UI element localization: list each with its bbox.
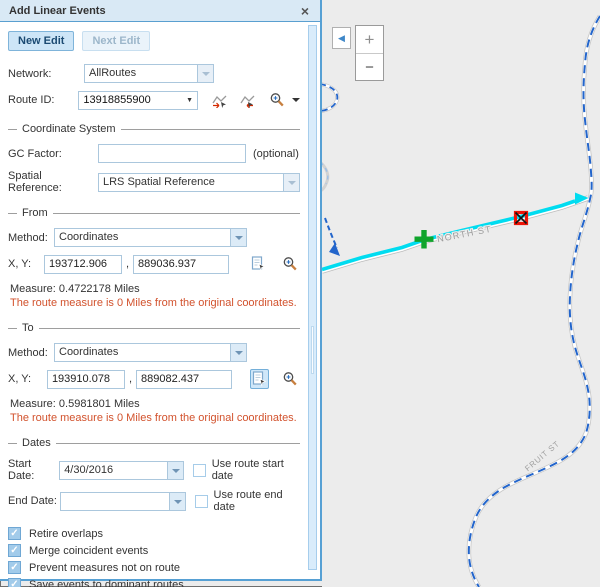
select-route-on-map-icon[interactable] xyxy=(210,91,229,110)
use-route-end-date-checkbox[interactable] xyxy=(195,495,208,508)
to-x-input[interactable] xyxy=(47,370,125,389)
spatial-reference-label: Spatial Reference: xyxy=(8,170,98,194)
add-linear-events-panel: Add Linear Events × New Edit Next Edit N… xyxy=(0,0,322,581)
start-date-select[interactable]: 4/30/2016 xyxy=(59,461,184,480)
panel-scrollbar[interactable] xyxy=(308,25,317,570)
save-events-dominant-routes-label: Save events to dominant routes xyxy=(29,579,184,587)
zoom-to-point-icon[interactable] xyxy=(280,254,300,274)
chevron-down-icon xyxy=(283,174,299,191)
chevron-down-icon[interactable] xyxy=(292,98,300,106)
collapse-panel-button[interactable]: ◀ xyxy=(332,27,351,49)
from-legend: From xyxy=(22,207,48,219)
chevron-down-icon[interactable]: ▼ xyxy=(186,97,197,104)
panel-content: New Edit Next Edit Network: AllRoutes Ro… xyxy=(0,22,320,587)
xy-comma: , xyxy=(126,258,129,270)
chevron-down-icon[interactable] xyxy=(230,229,246,246)
checkmark-icon: ✓ xyxy=(10,563,18,573)
spatial-reference-select[interactable]: LRS Spatial Reference xyxy=(98,173,300,192)
select-location-on-map-icon-active[interactable] xyxy=(250,369,269,389)
gc-factor-label: GC Factor: xyxy=(8,148,98,160)
merge-coincident-events-label: Merge coincident events xyxy=(29,545,148,557)
route-id-combo[interactable]: 13918855900 ▼ xyxy=(78,91,198,110)
from-xy-label: X, Y: xyxy=(8,258,44,270)
end-date-select[interactable] xyxy=(60,492,186,511)
xy-comma: , xyxy=(129,373,132,385)
to-measure-text: Measure: 0.5981801 Miles xyxy=(10,398,300,410)
from-method-value: Coordinates xyxy=(55,229,230,246)
merge-coincident-events-checkbox[interactable]: ✓ xyxy=(8,544,21,557)
network-value: AllRoutes xyxy=(85,65,197,82)
chevron-down-icon[interactable] xyxy=(169,493,185,510)
prevent-measures-label: Prevent measures not on route xyxy=(29,562,180,574)
use-route-start-date-checkbox[interactable] xyxy=(193,464,206,477)
zoom-to-route-icon[interactable] xyxy=(267,90,287,110)
from-method-select[interactable]: Coordinates xyxy=(54,228,247,247)
select-location-on-map-icon[interactable] xyxy=(249,254,268,274)
coordinate-system-legend: Coordinate System xyxy=(22,123,116,135)
scrollbar-thumb[interactable] xyxy=(311,326,314,374)
chevron-down-icon[interactable] xyxy=(230,344,246,361)
from-warning-text: The route measure is 0 Miles from the or… xyxy=(10,297,300,309)
to-method-select[interactable]: Coordinates xyxy=(54,343,247,362)
zoom-in-button[interactable]: + xyxy=(356,26,383,53)
road-label-north-st: NORTH ST xyxy=(436,224,492,244)
close-icon[interactable]: × xyxy=(301,4,311,18)
new-edit-button[interactable]: New Edit xyxy=(8,31,74,51)
save-events-dominant-routes-checkbox[interactable]: ✓ xyxy=(8,578,21,587)
from-measure-text: Measure: 0.4722178 Miles xyxy=(10,283,300,295)
to-legend: To xyxy=(22,322,34,334)
chevron-down-icon[interactable] xyxy=(167,462,183,479)
gc-factor-input[interactable] xyxy=(98,144,246,163)
next-edit-button: Next Edit xyxy=(82,31,150,51)
end-date-label: End Date: xyxy=(8,495,60,507)
panel-header: Add Linear Events × xyxy=(0,0,320,22)
application-window: Add Linear Events × New Edit Next Edit N… xyxy=(0,0,600,587)
zoom-to-point-icon[interactable] xyxy=(280,369,300,389)
to-xy-label: X, Y: xyxy=(8,373,47,385)
select-next-route-icon[interactable] xyxy=(238,91,257,110)
from-method-label: Method: xyxy=(8,232,54,244)
checkmark-icon: ✓ xyxy=(10,546,18,556)
use-route-start-date-label: Use route start date xyxy=(212,458,300,482)
panel-title: Add Linear Events xyxy=(9,5,301,17)
map-view[interactable]: NORTH ST FRUIT ST ◀ + − xyxy=(322,0,600,587)
checkmark-icon: ✓ xyxy=(10,580,18,587)
route-id-value: 13918855900 xyxy=(79,94,186,106)
checkmark-icon: ✓ xyxy=(10,529,18,539)
to-method-label: Method: xyxy=(8,347,54,359)
prevent-measures-checkbox[interactable]: ✓ xyxy=(8,561,21,574)
stream-branch xyxy=(325,218,337,248)
collapse-arrow-icon: ◀ xyxy=(338,33,345,44)
retire-overlaps-label: Retire overlaps xyxy=(29,528,103,540)
start-date-label: Start Date: xyxy=(8,458,59,482)
stream-arrowhead xyxy=(329,243,340,256)
spatial-reference-value: LRS Spatial Reference xyxy=(99,174,283,191)
from-y-input[interactable] xyxy=(133,255,229,274)
retire-overlaps-checkbox[interactable]: ✓ xyxy=(8,527,21,540)
zoom-out-button[interactable]: − xyxy=(356,53,383,80)
network-select[interactable]: AllRoutes xyxy=(84,64,214,83)
route-id-label: Route ID: xyxy=(8,94,78,106)
map-zoom-control: + − xyxy=(355,25,384,81)
to-y-input[interactable] xyxy=(136,370,232,389)
from-x-input[interactable] xyxy=(44,255,122,274)
gc-factor-optional-note: (optional) xyxy=(253,148,299,160)
chevron-down-icon[interactable] xyxy=(197,65,213,82)
start-date-value: 4/30/2016 xyxy=(60,462,167,479)
end-date-value xyxy=(61,493,169,510)
network-label: Network: xyxy=(8,68,84,80)
use-route-end-date-label: Use route end date xyxy=(214,489,300,513)
to-method-value: Coordinates xyxy=(55,344,230,361)
map-graphics: NORTH ST FRUIT ST xyxy=(322,0,600,587)
to-warning-text: The route measure is 0 Miles from the or… xyxy=(10,412,300,424)
dates-legend: Dates xyxy=(22,437,51,449)
river-road-casing xyxy=(469,16,600,587)
